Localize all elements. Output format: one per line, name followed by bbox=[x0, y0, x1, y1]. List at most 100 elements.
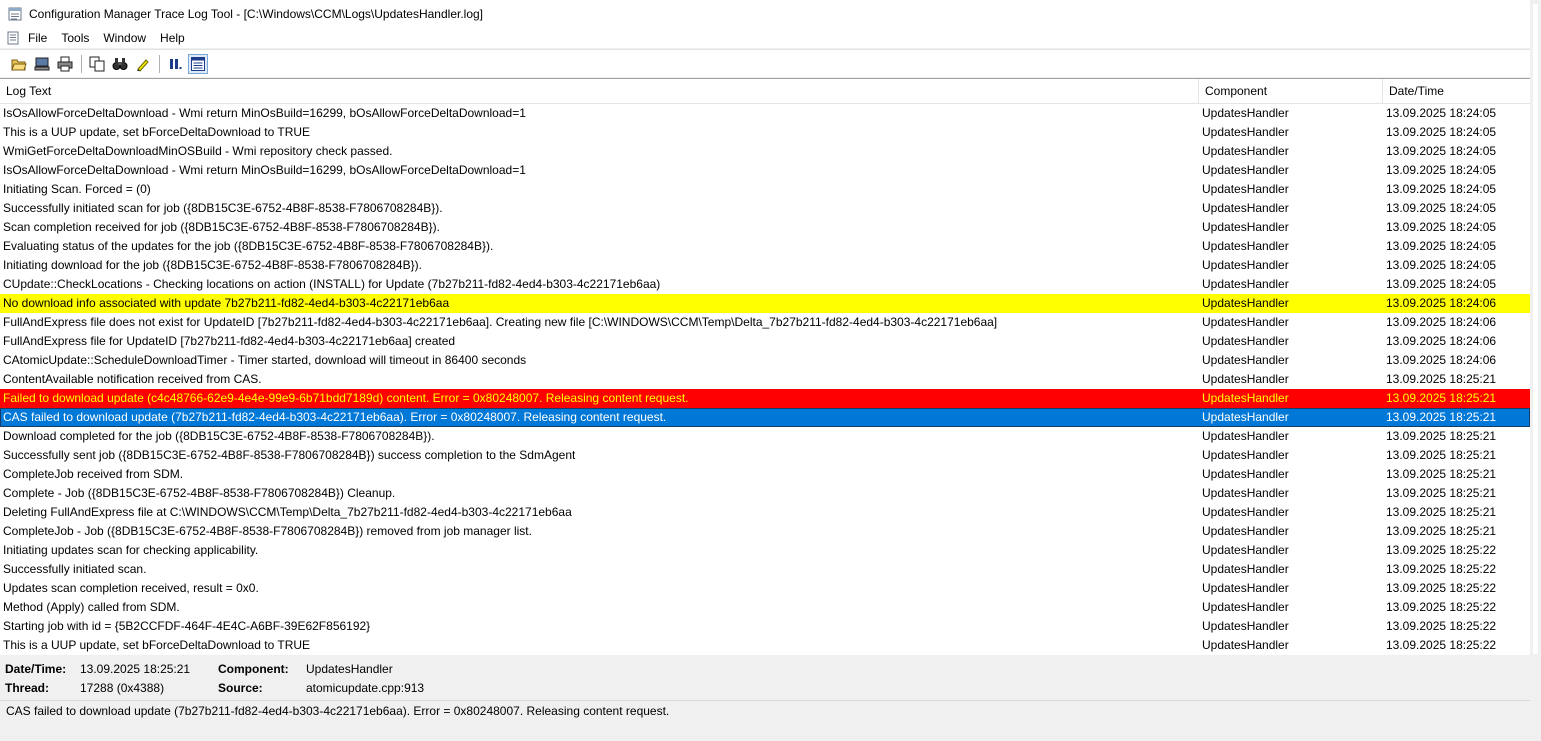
row-log-text: No download info associated with update … bbox=[3, 296, 450, 310]
table-row[interactable]: Successfully initiated scan. UpdatesHandl… bbox=[0, 560, 1530, 579]
row-component: UpdatesHandler bbox=[1202, 277, 1289, 291]
error-lookup-button[interactable] bbox=[188, 53, 208, 74]
table-row[interactable]: IsOsAllowForceDeltaDownload - Wmi return… bbox=[0, 104, 1530, 123]
row-date-time: 13.09.2025 18:25:21 bbox=[1386, 429, 1497, 443]
table-row[interactable]: CAtomicUpdate::ScheduleDownloadTimer - T… bbox=[0, 351, 1530, 370]
row-date-time: 13.09.2025 18:25:21 bbox=[1386, 410, 1497, 424]
row-log-text: Starting job with id = {5B2CCFDF-464F-4E… bbox=[3, 619, 371, 633]
table-row[interactable]: Starting job with id = {5B2CCFDF-464F-4E… bbox=[0, 617, 1530, 636]
row-date-time: 13.09.2025 18:25:22 bbox=[1386, 543, 1497, 557]
table-row[interactable]: Download completed for the job ({8DB15C3… bbox=[0, 427, 1530, 446]
table-row[interactable]: CompleteJob - Job ({8DB15C3E-6752-4B8F-8… bbox=[0, 522, 1530, 541]
row-date-time: 13.09.2025 18:25:22 bbox=[1386, 562, 1497, 576]
row-component: UpdatesHandler bbox=[1202, 429, 1289, 443]
print-button[interactable] bbox=[55, 54, 75, 74]
row-component: UpdatesHandler bbox=[1202, 353, 1289, 367]
row-date-time: 13.09.2025 18:25:21 bbox=[1386, 391, 1497, 405]
table-row[interactable]: FullAndExpress file for UpdateID [7b27b2… bbox=[0, 332, 1530, 351]
row-date-time: 13.09.2025 18:25:22 bbox=[1386, 638, 1497, 652]
row-date-time: 13.09.2025 18:24:05 bbox=[1386, 201, 1497, 215]
row-date-time: 13.09.2025 18:25:21 bbox=[1386, 467, 1497, 481]
row-component: UpdatesHandler bbox=[1202, 334, 1289, 348]
table-row[interactable]: Successfully sent job ({8DB15C3E-6752-4B… bbox=[0, 446, 1530, 465]
datetime-value: 13.09.2025 18:25:21 bbox=[80, 662, 191, 676]
table-row[interactable]: ContentAvailable notification received f… bbox=[0, 370, 1530, 389]
component-label: Component: bbox=[218, 662, 289, 676]
table-row[interactable]: Initiating download for the job ({8DB15C… bbox=[0, 256, 1530, 275]
row-log-text: WmiGetForceDeltaDownloadMinOSBuild - Wmi… bbox=[3, 144, 393, 158]
document-icon[interactable] bbox=[6, 31, 20, 45]
find-button[interactable] bbox=[110, 54, 130, 74]
row-component: UpdatesHandler bbox=[1202, 467, 1289, 481]
toolbar-separator bbox=[159, 54, 160, 73]
column-header-component[interactable]: Component bbox=[1199, 79, 1383, 103]
toolbar-separator bbox=[81, 54, 82, 73]
computer-icon bbox=[34, 57, 50, 70]
table-row[interactable]: WmiGetForceDeltaDownloadMinOSBuild - Wmi… bbox=[0, 142, 1530, 161]
table-row[interactable]: Complete - Job ({8DB15C3E-6752-4B8F-8538… bbox=[0, 484, 1530, 503]
row-date-time: 13.09.2025 18:25:21 bbox=[1386, 372, 1497, 386]
scrollbar-thumb[interactable] bbox=[1533, 4, 1538, 654]
table-row[interactable]: Evaluating status of the updates for the… bbox=[0, 237, 1530, 256]
list-header: Log Text Component Date/Time bbox=[0, 79, 1530, 104]
table-row[interactable]: CompleteJob received from SDM. UpdatesHan… bbox=[0, 465, 1530, 484]
row-log-text: Scan completion received for job ({8DB15… bbox=[3, 220, 440, 234]
menu-file[interactable]: File bbox=[20, 31, 54, 45]
row-component: UpdatesHandler bbox=[1202, 524, 1289, 538]
window-title: Configuration Manager Trace Log Tool - [… bbox=[29, 7, 484, 21]
app-icon bbox=[8, 7, 22, 21]
table-row[interactable]: CUpdate::CheckLocations - Checking locat… bbox=[0, 275, 1530, 294]
table-row[interactable]: This is a UUP update, set bForceDeltaDow… bbox=[0, 636, 1530, 655]
row-component: UpdatesHandler bbox=[1202, 125, 1289, 139]
table-row[interactable]: Failed to download update (c4c48766-62e9… bbox=[0, 389, 1530, 408]
detail-message[interactable]: CAS failed to download update (7b27b211-… bbox=[0, 700, 1530, 741]
table-row[interactable]: FullAndExpress file does not exist for U… bbox=[0, 313, 1530, 332]
column-header-date-time[interactable]: Date/Time bbox=[1383, 79, 1530, 103]
table-row[interactable]: CAS failed to download update (7b27b211-… bbox=[0, 408, 1530, 427]
table-row[interactable]: IsOsAllowForceDeltaDownload - Wmi return… bbox=[0, 161, 1530, 180]
row-component: UpdatesHandler bbox=[1202, 239, 1289, 253]
log-list[interactable]: Log Text Component Date/Time IsOsAllowFo… bbox=[0, 78, 1530, 655]
row-log-text: This is a UUP update, set bForceDeltaDow… bbox=[3, 125, 311, 139]
menu-window[interactable]: Window bbox=[96, 31, 153, 45]
table-row[interactable]: Scan completion received for job ({8DB15… bbox=[0, 218, 1530, 237]
row-log-text: Failed to download update (c4c48766-62e9… bbox=[3, 391, 689, 405]
table-row[interactable]: Initiating updates scan for checking app… bbox=[0, 541, 1530, 560]
row-date-time: 13.09.2025 18:24:05 bbox=[1386, 239, 1497, 253]
thread-value: 17288 (0x4388) bbox=[80, 681, 165, 695]
row-component: UpdatesHandler bbox=[1202, 581, 1289, 595]
row-component: UpdatesHandler bbox=[1202, 391, 1289, 405]
copy-button[interactable] bbox=[87, 54, 107, 74]
menu-bar: File Tools Window Help bbox=[0, 28, 1530, 48]
row-component: UpdatesHandler bbox=[1202, 600, 1289, 614]
row-log-text: CompleteJob received from SDM. bbox=[3, 467, 184, 481]
highlight-button[interactable] bbox=[133, 54, 153, 74]
row-log-text: Initiating updates scan for checking app… bbox=[3, 543, 259, 557]
menu-help[interactable]: Help bbox=[153, 31, 192, 45]
row-log-text: CUpdate::CheckLocations - Checking locat… bbox=[3, 277, 661, 291]
row-log-text: IsOsAllowForceDeltaDownload - Wmi return… bbox=[3, 163, 526, 177]
open-remote-button[interactable] bbox=[32, 54, 52, 74]
row-log-text: FullAndExpress file does not exist for U… bbox=[3, 315, 998, 329]
table-row[interactable]: No download info associated with update … bbox=[0, 294, 1530, 313]
table-row[interactable]: Method (Apply) called from SDM. UpdatesHa… bbox=[0, 598, 1530, 617]
vertical-scrollbar[interactable] bbox=[1530, 0, 1541, 741]
table-row[interactable]: Deleting FullAndExpress file at C:\WINDO… bbox=[0, 503, 1530, 522]
row-date-time: 13.09.2025 18:24:06 bbox=[1386, 353, 1497, 367]
table-row[interactable]: Successfully initiated scan for job ({8D… bbox=[0, 199, 1530, 218]
pause-button[interactable] bbox=[165, 54, 185, 74]
menu-tools[interactable]: Tools bbox=[54, 31, 96, 45]
open-button[interactable] bbox=[9, 54, 29, 74]
row-date-time: 13.09.2025 18:25:21 bbox=[1386, 486, 1497, 500]
table-row[interactable]: This is a UUP update, set bForceDeltaDow… bbox=[0, 123, 1530, 142]
table-row[interactable]: Updates scan completion received, result… bbox=[0, 579, 1530, 598]
table-row[interactable]: Initiating Scan. Forced = (0) UpdatesHand… bbox=[0, 180, 1530, 199]
row-date-time: 13.09.2025 18:24:06 bbox=[1386, 334, 1497, 348]
row-component: UpdatesHandler bbox=[1202, 543, 1289, 557]
thread-label: Thread: bbox=[5, 681, 50, 695]
source-label: Source: bbox=[218, 681, 263, 695]
row-component: UpdatesHandler bbox=[1202, 315, 1289, 329]
row-log-text: Successfully initiated scan for job ({8D… bbox=[3, 201, 443, 215]
column-header-log-text[interactable]: Log Text bbox=[0, 79, 1199, 103]
row-component: UpdatesHandler bbox=[1202, 182, 1289, 196]
